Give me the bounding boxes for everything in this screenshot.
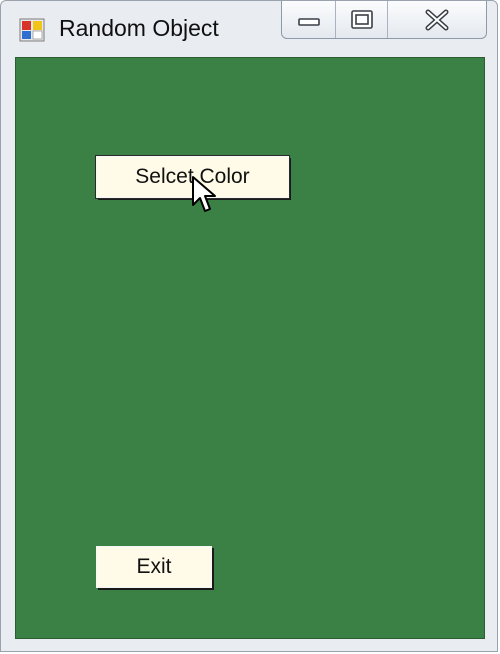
caption-buttons <box>281 1 487 39</box>
form-client-area: Selcet Color Exit <box>15 57 485 639</box>
form-app-icon <box>19 18 45 42</box>
close-button[interactable] <box>388 1 486 38</box>
maximize-icon <box>350 9 373 29</box>
mouse-pointer-icon <box>192 176 216 212</box>
app-window: Random Object Selcet Color Exit <box>0 0 498 652</box>
exit-button[interactable]: Exit <box>96 546 212 588</box>
window-title: Random Object <box>59 15 219 41</box>
minimize-icon <box>297 17 320 26</box>
minimize-button[interactable] <box>282 1 336 38</box>
close-icon <box>425 9 449 30</box>
maximize-button[interactable] <box>336 1 388 38</box>
title-bar[interactable]: Random Object <box>1 1 497 53</box>
